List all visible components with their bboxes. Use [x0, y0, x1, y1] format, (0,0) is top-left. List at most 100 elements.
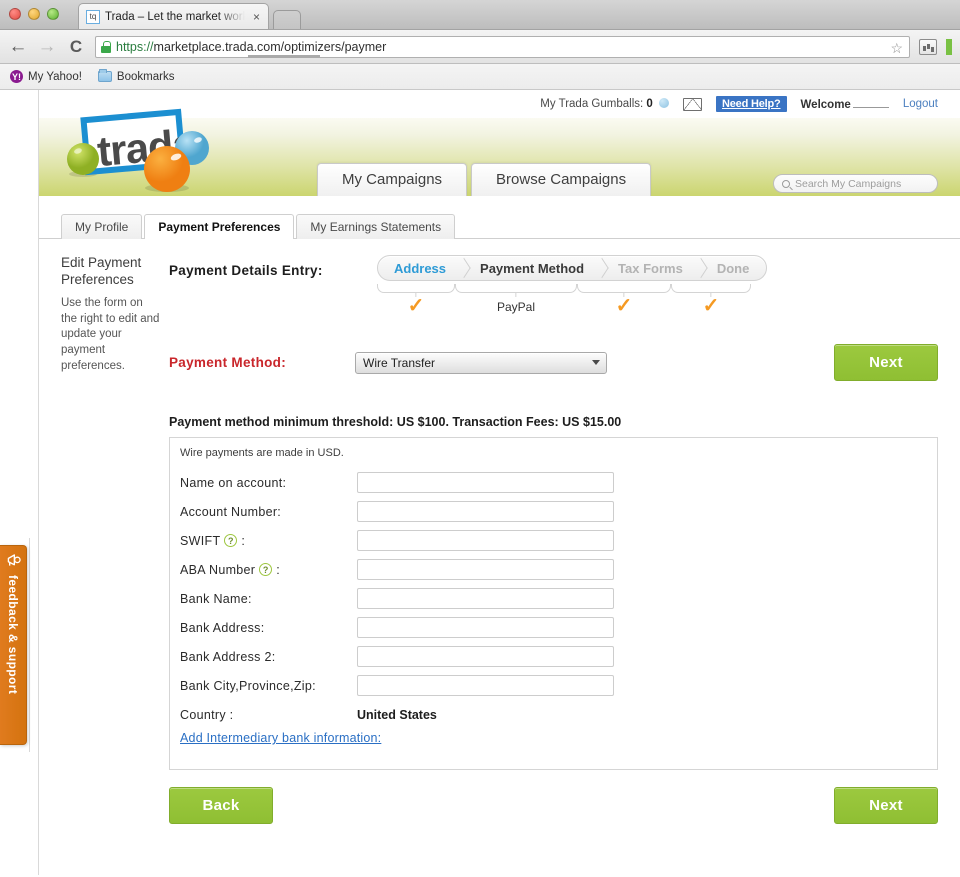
- field-label: SWIFT ? :: [180, 534, 357, 548]
- form-row-bank-name: Bank Name:: [170, 584, 937, 613]
- field-label: Country :: [180, 707, 234, 722]
- wizard-step-address[interactable]: Address: [378, 256, 457, 280]
- field-label: Account Number:: [180, 504, 282, 519]
- field-label: ABA Number ? :: [180, 563, 357, 577]
- page-body: My Profile Payment Preferences My Earnin…: [39, 196, 960, 824]
- main-navigation: My Campaigns Browse Campaigns: [317, 163, 652, 196]
- field-label-text: SWIFT: [180, 533, 221, 548]
- browser-tab-title: Trada – Let the market work: [105, 10, 245, 23]
- gumballs-label: My Trada Gumballs:: [540, 98, 644, 110]
- page-viewport: feedback & support My Trada Gumballs: 0 …: [0, 90, 960, 875]
- form-row-country: Country : United States: [170, 700, 937, 729]
- nav-tab-my-campaigns[interactable]: My Campaigns: [317, 163, 468, 196]
- gumballs-count: 0: [646, 98, 653, 110]
- field-label-text: ABA Number: [180, 562, 256, 577]
- search-icon: [782, 179, 790, 188]
- forward-button[interactable]: →: [37, 36, 57, 58]
- bookmark-label: Bookmarks: [116, 70, 175, 83]
- field-label-suffix: :: [276, 562, 281, 577]
- bookmark-label: My Yahoo!: [28, 70, 82, 83]
- address-bar[interactable]: https://marketplace.trada.com/optimizers…: [95, 35, 910, 58]
- address-bar-url: https://marketplace.trada.com/optimizers…: [116, 40, 386, 54]
- feedback-support-tab[interactable]: feedback & support: [0, 545, 27, 745]
- wizard-step-done[interactable]: Done: [706, 256, 761, 280]
- add-intermediary-bank-link[interactable]: Add Intermediary bank information:: [170, 731, 381, 745]
- wizard-step-label: Address: [394, 260, 447, 276]
- feedback-support-label: feedback & support: [6, 575, 20, 695]
- lock-icon: [101, 40, 111, 53]
- browser-tabstrip: tq Trada – Let the market work ×: [0, 0, 960, 30]
- sidebar-description: Use the form on the right to edit and up…: [61, 296, 160, 373]
- logout-link[interactable]: Logout: [903, 98, 938, 110]
- extension-icon[interactable]: [919, 38, 937, 55]
- wizard-step-payment-method[interactable]: Payment Method: [469, 256, 595, 280]
- subtab-payment-preferences[interactable]: Payment Preferences: [144, 214, 295, 239]
- help-icon[interactable]: ?: [259, 563, 273, 576]
- minimize-window-button[interactable]: [28, 8, 40, 20]
- window-controls[interactable]: [9, 8, 59, 20]
- wire-transfer-form: Wire payments are made in USD. Name on a…: [169, 437, 938, 770]
- aba-number-input[interactable]: [357, 559, 614, 580]
- brace-icon: [577, 284, 671, 293]
- subtab-my-earnings-statements[interactable]: My Earnings Statements: [296, 214, 456, 239]
- main-panel: Payment Details Entry: Address Payment M…: [169, 255, 960, 824]
- reload-button[interactable]: C: [66, 37, 86, 57]
- back-button[interactable]: Back: [169, 787, 273, 824]
- help-icon[interactable]: ?: [224, 534, 238, 547]
- wizard-check-icon: ✓: [407, 295, 425, 317]
- url-scheme: https://: [116, 39, 154, 54]
- new-tab-button[interactable]: [273, 10, 302, 29]
- subtab-my-profile[interactable]: My Profile: [61, 214, 143, 239]
- wizard-brace-done: ✓: [671, 284, 751, 316]
- subtab-label: Payment Preferences: [158, 220, 281, 234]
- bookmark-my-yahoo[interactable]: Y! My Yahoo!: [10, 70, 82, 83]
- maximize-window-button[interactable]: [47, 8, 59, 20]
- payment-method-select[interactable]: Wire Transfer: [355, 351, 607, 374]
- browser-tab[interactable]: tq Trada – Let the market work ×: [78, 3, 270, 29]
- form-note: Wire payments are made in USD.: [180, 447, 344, 459]
- form-row-account-number: Account Number:: [170, 497, 937, 526]
- form-row-bank-address: Bank Address:: [170, 613, 937, 642]
- wizard-step-label: Tax Forms: [618, 260, 683, 276]
- need-help-button[interactable]: Need Help?: [716, 96, 787, 112]
- gumball-icon: [659, 98, 670, 108]
- next-button-top[interactable]: Next: [834, 344, 938, 381]
- nav-tab-browse-campaigns[interactable]: Browse Campaigns: [471, 163, 652, 196]
- welcome-username-blank: [852, 98, 889, 108]
- account-number-input[interactable]: [357, 501, 614, 522]
- bookmark-bookmarks-folder[interactable]: Bookmarks: [97, 69, 175, 83]
- form-row-swift: SWIFT ? :: [170, 526, 937, 555]
- close-window-button[interactable]: [9, 8, 21, 20]
- close-tab-icon[interactable]: ×: [253, 10, 260, 24]
- wizard-check-icon: ✓: [615, 295, 633, 317]
- wizard-step-tax-forms[interactable]: Tax Forms: [607, 256, 694, 280]
- search-campaigns-box[interactable]: Search My Campaigns: [773, 174, 938, 193]
- brace-icon: [377, 284, 455, 293]
- field-label: Name on account:: [180, 475, 287, 490]
- next-button-bottom[interactable]: Next: [834, 787, 938, 824]
- bank-address-input[interactable]: [357, 617, 614, 638]
- nav-tab-label: My Campaigns: [342, 171, 443, 188]
- brace-icon: [671, 284, 751, 293]
- search-input[interactable]: Search My Campaigns: [795, 178, 901, 190]
- bank-address-2-input[interactable]: [357, 646, 614, 667]
- bank-city-province-zip-input[interactable]: [357, 675, 614, 696]
- step-chevron-icon: [694, 256, 706, 280]
- nav-tab-label: Browse Campaigns: [496, 171, 627, 188]
- payment-details-wizard: Payment Details Entry: Address Payment M…: [169, 255, 938, 316]
- envelope-icon[interactable]: [683, 97, 703, 111]
- url-path: marketplace.trada.com/optimizers/paymer: [153, 39, 387, 54]
- back-button[interactable]: ←: [8, 36, 28, 58]
- favicon-icon: tq: [86, 9, 100, 24]
- welcome-text: Welcome: [800, 98, 851, 111]
- name-on-account-input[interactable]: [357, 472, 614, 493]
- swift-input[interactable]: [357, 530, 614, 551]
- yahoo-icon: Y!: [10, 70, 23, 83]
- sidebar-title: Edit Payment Preferences: [61, 255, 142, 287]
- bank-name-input[interactable]: [357, 588, 614, 609]
- wizard-brace-payment-method: PayPal: [455, 284, 577, 316]
- extension-icon-secondary[interactable]: [946, 38, 952, 55]
- bookmark-star-icon[interactable]: ☆: [890, 40, 903, 57]
- brace-icon: [455, 284, 577, 293]
- trada-logo[interactable]: trada: [59, 102, 289, 196]
